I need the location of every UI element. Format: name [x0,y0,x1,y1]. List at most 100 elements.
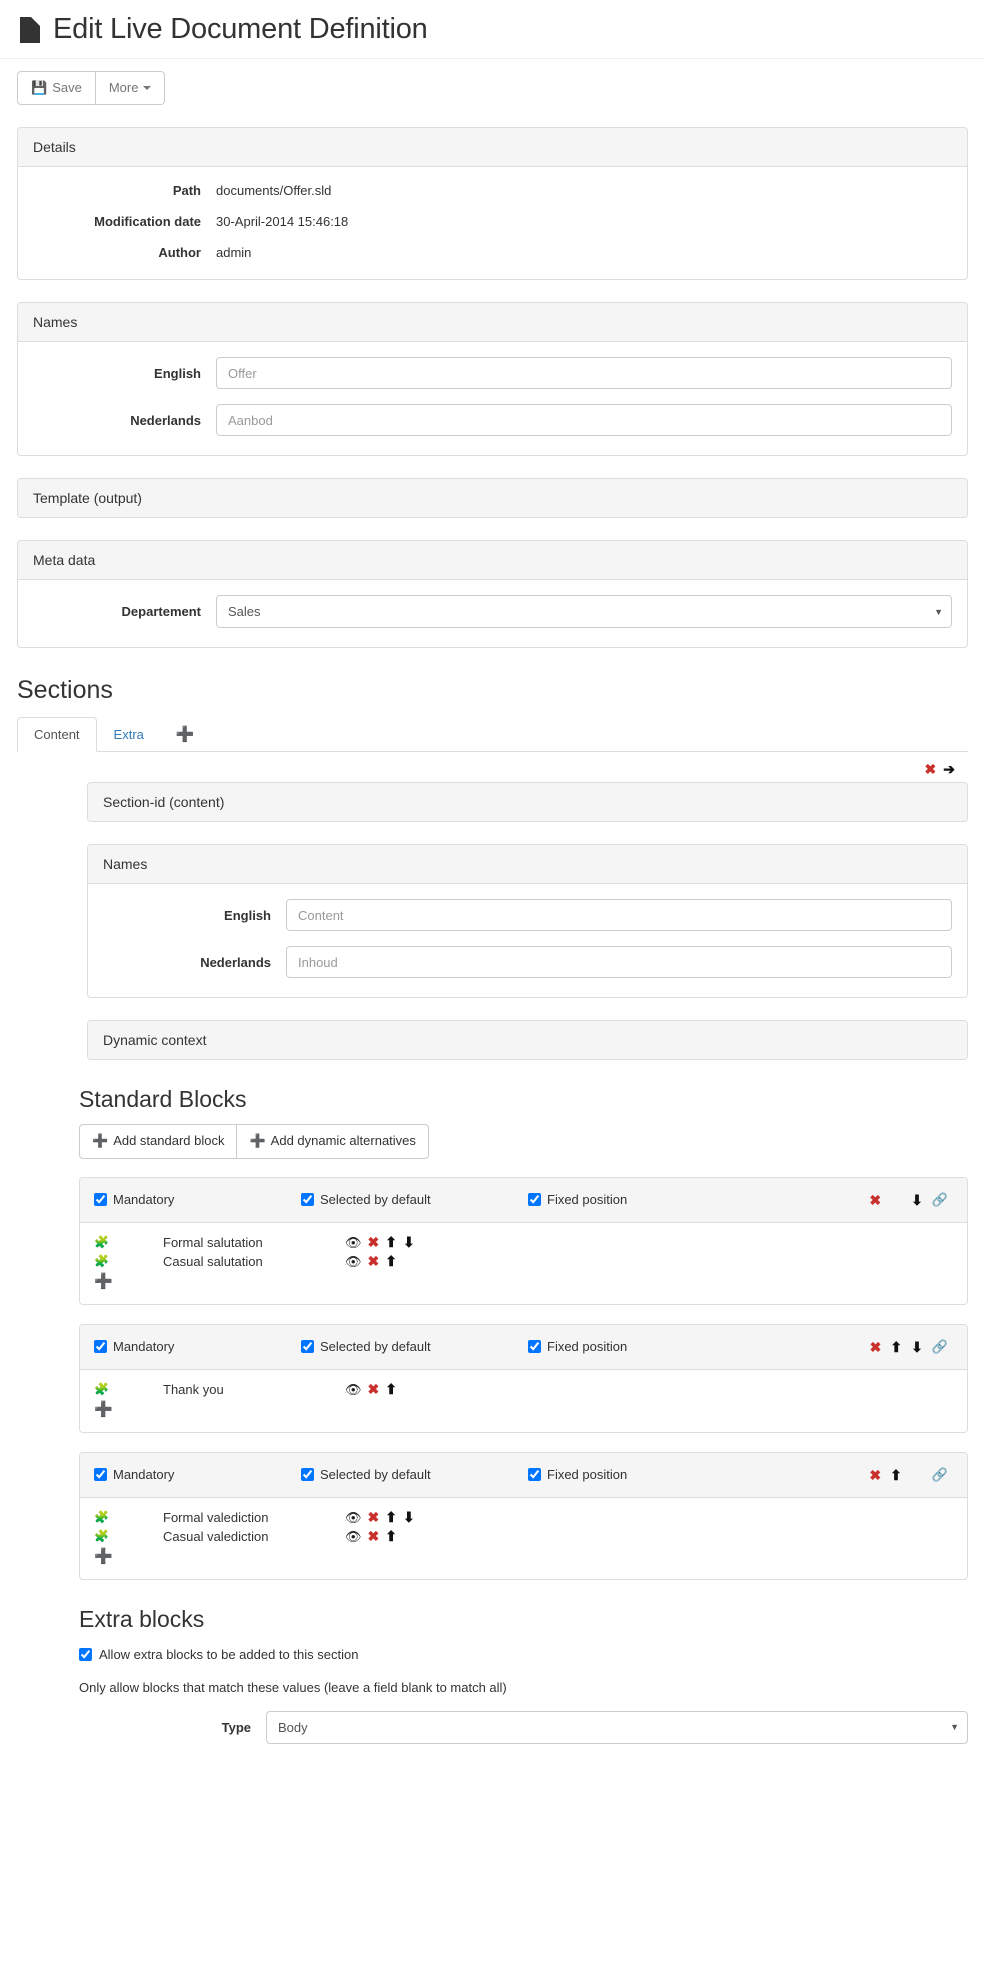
details-row-modification-date: Modification date 30-April-2014 15:46:18 [33,213,952,230]
plus-icon[interactable]: ➕ [94,1549,113,1564]
tab-content-link[interactable]: Content [17,717,97,753]
selected-by-default-checkbox[interactable] [301,1340,314,1354]
fixed-position-checkbox[interactable] [528,1193,541,1207]
puzzle-piece-icon: 🧩 [94,1510,109,1525]
preview-icon[interactable]: 👁 [345,1236,362,1249]
type-label: Type [221,1719,251,1735]
allow-extra-blocks-checkbox[interactable] [79,1647,92,1661]
link-icon[interactable]: 🔗 [932,1468,948,1481]
section-names-english-input[interactable] [286,899,952,932]
remove-section-icon[interactable]: ✖ [925,762,937,776]
move-up-icon[interactable]: ⬆ [890,1468,902,1482]
preview-icon[interactable]: 👁 [345,1255,362,1268]
preview-icon[interactable]: 👁 [345,1511,362,1524]
names-english-input[interactable] [216,357,952,390]
dynamic-context-panel[interactable]: Dynamic context [87,1020,968,1061]
block-add-row: ➕ [94,1548,953,1565]
add-standard-block-button[interactable]: ➕ Add standard block [79,1124,238,1159]
save-button[interactable]: 💾 Save [17,70,96,106]
plus-icon[interactable]: ➕ [94,1402,113,1417]
mandatory-checkbox[interactable] [94,1468,107,1482]
move-up-icon[interactable]: ⬆ [385,1254,397,1268]
type-select[interactable]: Body [266,1710,968,1744]
fixed-position-label: Fixed position [547,1192,628,1208]
move-up-icon[interactable]: ⬆ [890,1340,902,1354]
block-item-actions: 👁 ✖ ⬆ ⬇ [345,1510,415,1524]
mandatory-label: Mandatory [113,1192,175,1208]
mandatory-checkbox-item[interactable]: Mandatory [94,1192,301,1207]
mandatory-checkbox-item[interactable]: Mandatory [94,1467,301,1482]
modification-date-label: Modification date [94,213,201,229]
section-id-panel: Section-id (content) [87,782,968,823]
delete-icon[interactable]: ✖ [869,1468,881,1482]
move-down-icon[interactable]: ⬇ [403,1510,415,1524]
move-up-icon[interactable]: ⬆ [385,1529,397,1543]
block-group-body: 🧩 Formal salutation 👁 ✖ ⬆ ⬇ 🧩 Casual sal… [80,1223,967,1304]
details-panel-body: Path documents/Offer.sld Modification da… [18,167,967,279]
fixed-position-checkbox[interactable] [528,1340,541,1354]
block-item-actions: 👁 ✖ ⬆ [345,1254,397,1268]
plus-icon[interactable]: ➕ [94,1274,113,1289]
move-down-icon[interactable]: ⬇ [911,1193,923,1207]
selected-by-default-checkbox-item[interactable]: Selected by default [301,1339,528,1354]
puzzle-piece-icon: 🧩 [94,1382,109,1397]
delete-icon[interactable]: ✖ [368,1529,380,1543]
fixed-position-checkbox[interactable] [528,1468,541,1482]
block-item: 🧩 Casual valediction 👁 ✖ ⬆ [94,1528,953,1545]
block-group-header-actions: ✖ ⬆ 🔗 [869,1468,953,1482]
fixed-position-checkbox-item[interactable]: Fixed position [528,1467,869,1482]
mandatory-checkbox[interactable] [94,1193,107,1207]
block-item-name: Thank you [163,1381,224,1397]
template-output-panel[interactable]: Template (output) [17,478,968,519]
author-label: Author [158,244,201,260]
plus-icon[interactable]: ➕ [161,716,210,752]
move-up-icon[interactable]: ⬆ [385,1235,397,1249]
move-down-icon[interactable]: ⬇ [403,1235,415,1249]
names-english-label: English [154,365,201,381]
modification-date-value: 30-April-2014 15:46:18 [216,214,349,230]
delete-icon[interactable]: ✖ [870,1340,882,1354]
fixed-position-checkbox-item[interactable]: Fixed position [528,1192,869,1207]
delete-icon[interactable]: ✖ [368,1382,380,1396]
more-button[interactable]: More [95,70,166,106]
path-label: Path [172,182,201,198]
block-item-name: Casual valediction [163,1528,269,1544]
section-names-nederlands-label: Nederlands [200,954,271,970]
link-icon[interactable]: 🔗 [932,1340,948,1353]
section-names-nederlands-input[interactable] [286,946,952,979]
move-down-icon[interactable]: ⬇ [911,1340,923,1354]
move-up-icon[interactable]: ⬆ [385,1510,397,1524]
selected-by-default-checkbox-item[interactable]: Selected by default [301,1192,528,1207]
allow-extra-blocks-checkbox-item[interactable]: Allow extra blocks to be added to this s… [79,1647,968,1662]
link-icon[interactable]: 🔗 [932,1193,948,1206]
departement-select[interactable]: Sales [216,595,952,629]
preview-icon[interactable]: 👁 [345,1383,362,1396]
selected-by-default-checkbox[interactable] [301,1468,314,1482]
details-panel-heading: Details [18,128,967,168]
delete-icon[interactable]: ✖ [869,1193,881,1207]
selected-by-default-checkbox-item[interactable]: Selected by default [301,1467,528,1482]
block-item-name: Casual salutation [163,1253,263,1269]
details-panel: Details Path documents/Offer.sld Modific… [17,127,968,281]
delete-icon[interactable]: ✖ [368,1254,380,1268]
preview-icon[interactable]: 👁 [345,1530,362,1543]
block-group: Mandatory Selected by default Fixed posi… [79,1323,968,1433]
block-item-actions: 👁 ✖ ⬆ [345,1529,397,1543]
fixed-position-checkbox-item[interactable]: Fixed position [528,1339,870,1354]
names-nederlands-input[interactable] [216,404,952,437]
tab-extra-link[interactable]: Extra [97,717,161,752]
tab-extra[interactable]: Extra [97,717,161,752]
mandatory-checkbox[interactable] [94,1340,107,1354]
save-button-label: Save [52,79,82,95]
mandatory-checkbox-item[interactable]: Mandatory [94,1339,301,1354]
move-section-right-icon[interactable]: ➔ [943,762,955,776]
plus-icon: ➕ [92,1133,109,1149]
delete-icon[interactable]: ✖ [368,1510,380,1524]
allow-extra-blocks-label: Allow extra blocks to be added to this s… [99,1646,359,1662]
selected-by-default-checkbox[interactable] [301,1193,314,1207]
add-dynamic-alternatives-button[interactable]: ➕ Add dynamic alternatives [237,1124,429,1159]
tab-add[interactable]: ➕ [161,716,210,752]
delete-icon[interactable]: ✖ [368,1235,380,1249]
tab-content[interactable]: Content [17,717,97,753]
move-up-icon[interactable]: ⬆ [385,1382,397,1396]
